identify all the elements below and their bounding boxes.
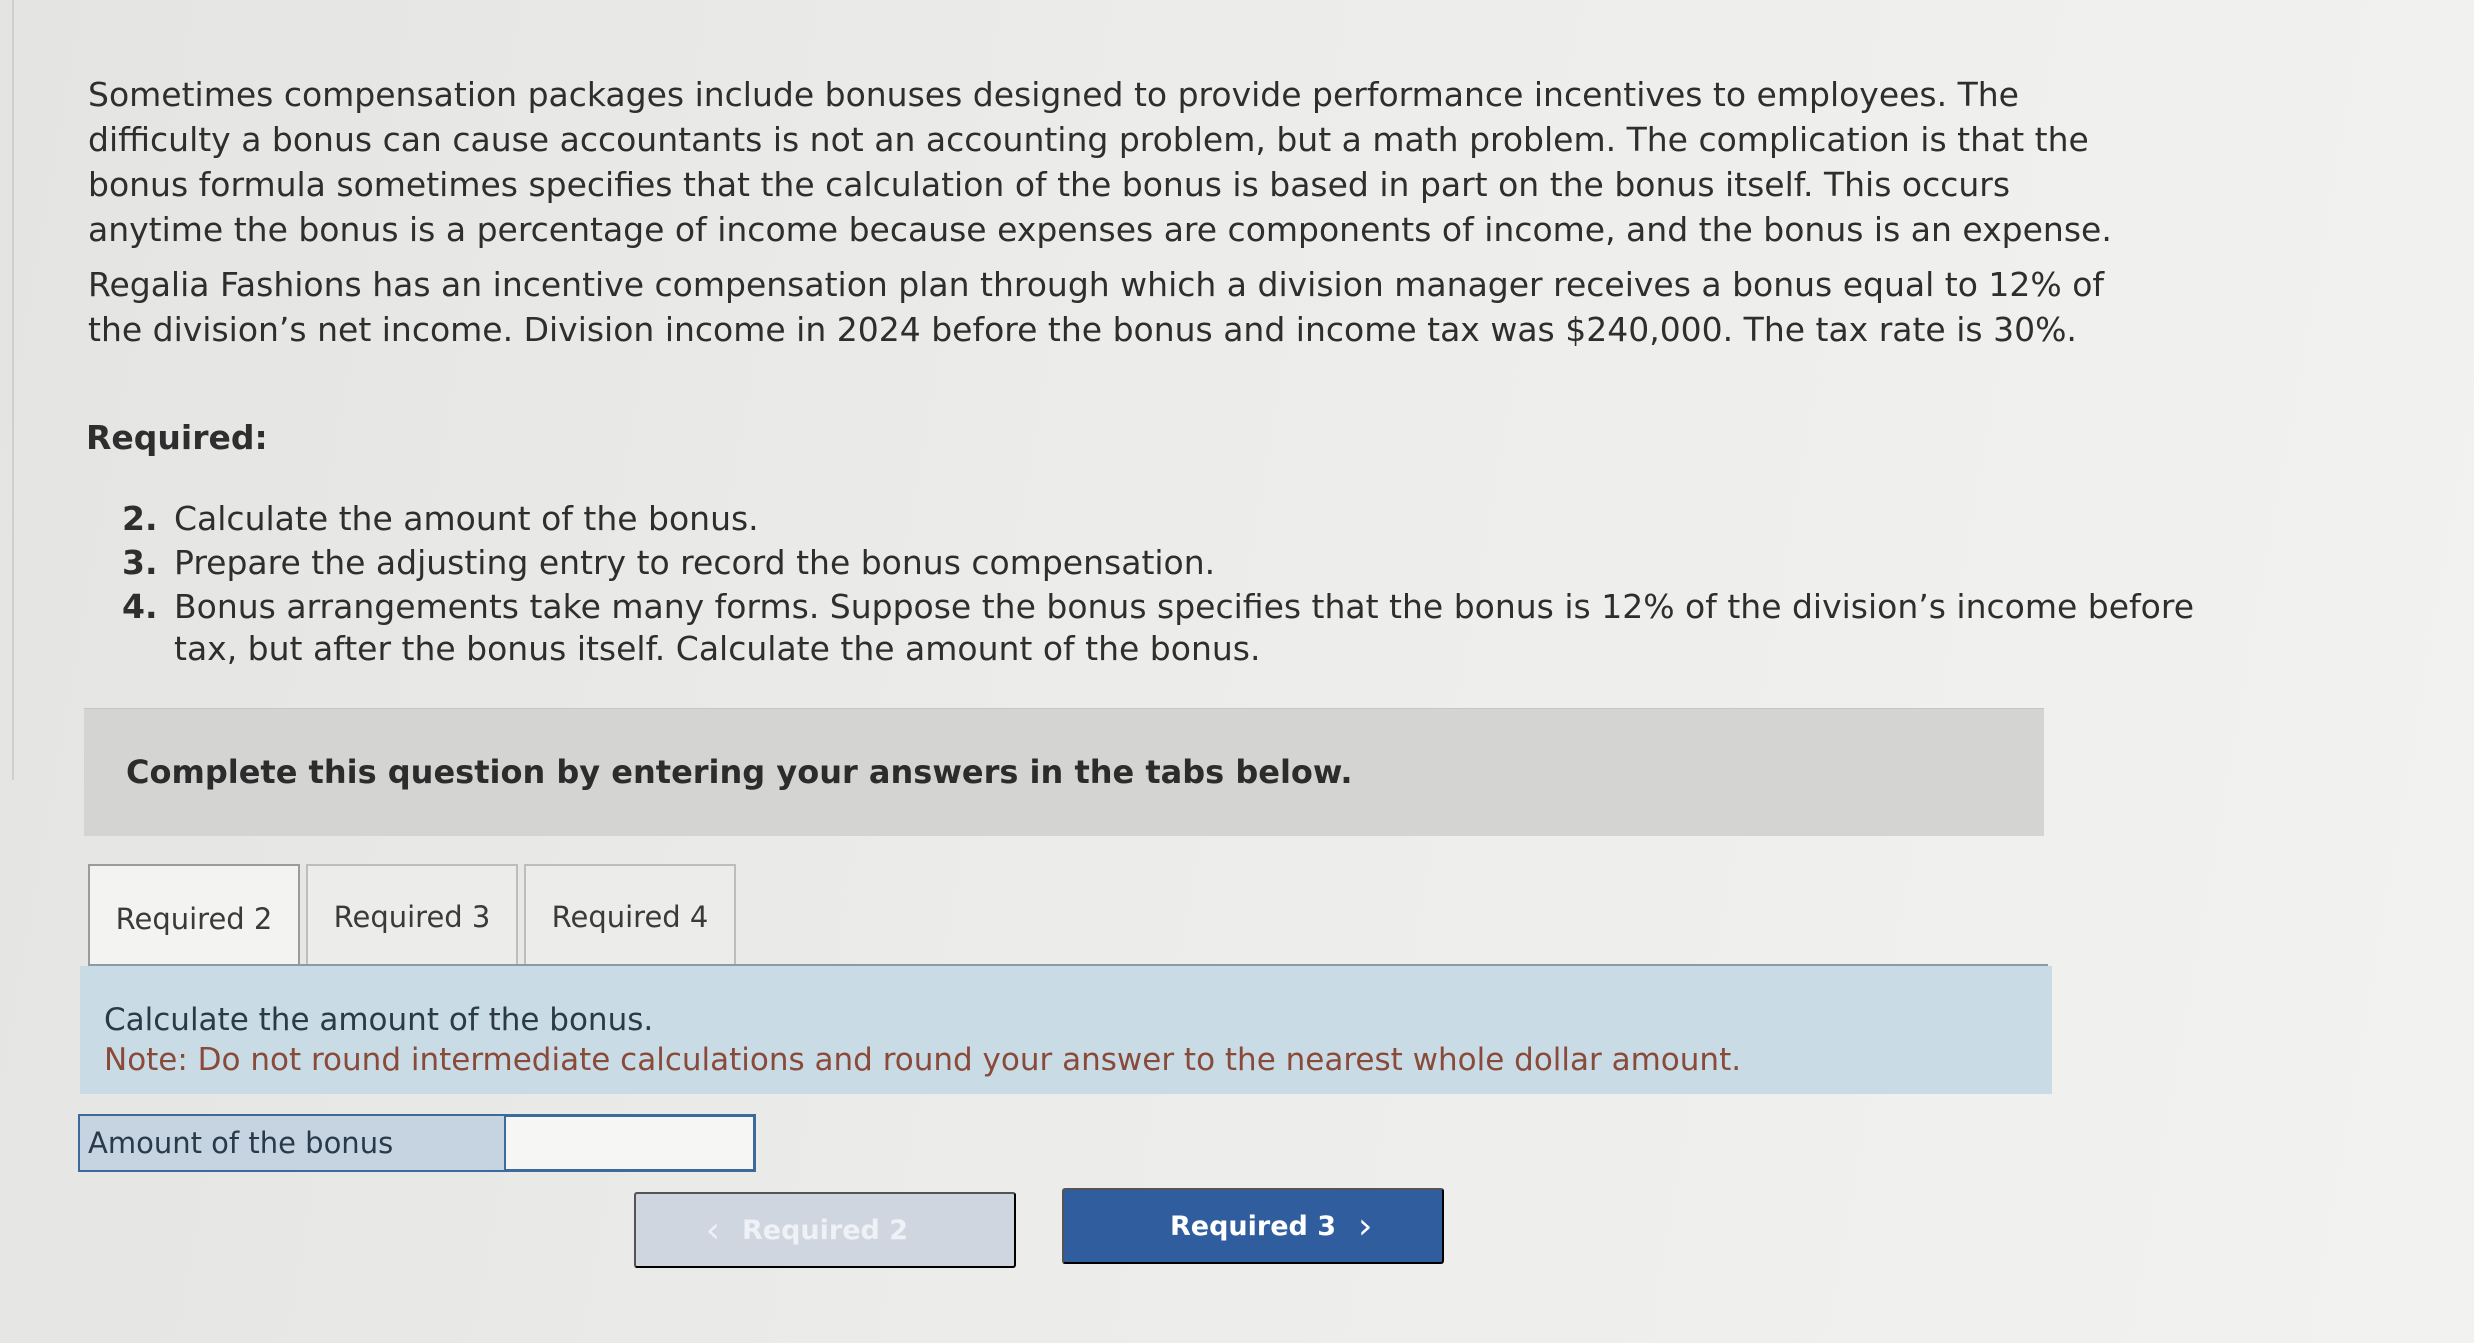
prev-required-button[interactable]: ‹ Required 2 ‹: [634, 1192, 1016, 1268]
required-item-3: 3. Prepare the adjusting entry to record…: [122, 542, 2202, 584]
intro-paragraph-2: Regalia Fashions has an incentive compen…: [88, 265, 2105, 349]
intro-paragraph-1: Sometimes compensation packages include …: [88, 75, 2112, 249]
tab-required-2[interactable]: Required 2: [88, 864, 300, 972]
page-left-edge: [0, 0, 14, 780]
required-item-4: 4. Bonus arrangements take many forms. S…: [122, 586, 2202, 670]
required-item-text: Calculate the amount of the bonus.: [174, 499, 759, 538]
instruction-panel: Calculate the amount of the bonus. Note:…: [80, 966, 2052, 1094]
required-item-number: 4.: [122, 587, 158, 626]
next-required-button[interactable]: › Required 3 ›: [1062, 1188, 1444, 1264]
required-item-number: 3.: [122, 543, 158, 582]
tab-required-4[interactable]: Required 4: [524, 864, 736, 968]
bonus-amount-input[interactable]: [506, 1114, 756, 1172]
chevron-left-icon: ‹: [705, 1209, 720, 1251]
required-item-2: 2. Calculate the amount of the bonus.: [122, 498, 2202, 540]
prev-button-label: Required 2: [741, 1214, 909, 1246]
required-item-text: Prepare the adjusting entry to record th…: [174, 543, 1216, 582]
required-list: 2. Calculate the amount of the bonus. 3.…: [122, 498, 2202, 672]
banner-text: Complete this question by entering your …: [126, 753, 1353, 791]
required-item-number: 2.: [122, 499, 158, 538]
instructions-banner: Complete this question by entering your …: [84, 708, 2044, 836]
required-item-text: Bonus arrangements take many forms. Supp…: [174, 587, 2194, 668]
chevron-right-icon: ›: [1358, 1205, 1373, 1247]
tab-bar: Required 2 Required 3 Required 4: [88, 864, 742, 972]
panel-note: Note: Do not round intermediate calculat…: [104, 1042, 1742, 1078]
bonus-amount-label: Amount of the bonus: [78, 1114, 506, 1172]
required-heading: Required:: [86, 418, 268, 457]
bonus-amount-row: Amount of the bonus: [78, 1114, 756, 1172]
tab-required-3[interactable]: Required 3: [306, 864, 518, 968]
panel-instruction: Calculate the amount of the bonus.: [104, 1002, 654, 1038]
next-button-label: Required 3: [1169, 1210, 1337, 1242]
